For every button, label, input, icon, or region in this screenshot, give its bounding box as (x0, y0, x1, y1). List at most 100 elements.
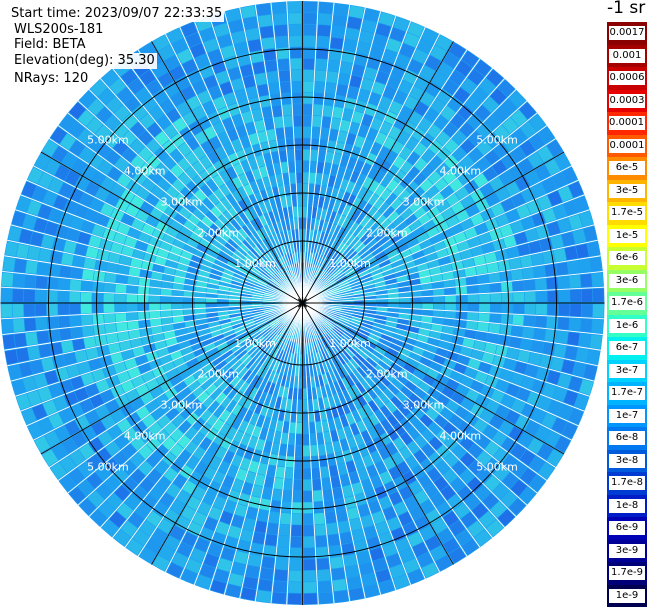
ray-gate (421, 289, 433, 297)
ray-gate (456, 303, 468, 311)
ray-gate (256, 590, 271, 603)
ray-gate (313, 104, 323, 116)
ray-gate (444, 311, 456, 319)
ray-gate (388, 303, 399, 308)
ray-gate (524, 291, 536, 303)
start-time-label: Start time: 2023/09/07 22:33:35 (9, 6, 225, 22)
ray-gate (284, 467, 294, 479)
ray-gate (295, 149, 302, 161)
range-ring-label: 2.00km (366, 368, 408, 381)
ray-gate (69, 279, 82, 291)
ray-gate (266, 71, 279, 84)
ray-gate (252, 61, 266, 75)
ray-gate (289, 559, 302, 571)
ray-gate (137, 303, 149, 311)
ray-gate (115, 284, 127, 294)
legend-swatch: 3e-9 (607, 539, 647, 562)
legend-swatch: 6e-5 (607, 157, 647, 180)
ray-gate (303, 126, 312, 138)
ray-gate (315, 535, 328, 548)
legend-swatch: 1.7e-5 (607, 202, 647, 225)
ray-gate (2, 257, 16, 272)
ray-gate (289, 24, 302, 36)
legend-label: 1e-5 (609, 228, 645, 243)
ray-gate (293, 126, 302, 138)
ray-gate (433, 310, 445, 318)
ray-gate (288, 433, 296, 445)
ray-gate (531, 253, 544, 266)
ray-gate (325, 82, 337, 95)
ray-gate (501, 303, 513, 314)
nrays-label: NRays: 120 (12, 71, 91, 87)
range-ring-label: 5.00km (87, 134, 129, 147)
legend-swatch: 0.00017 (607, 112, 647, 135)
range-ring-label: 1.00km (329, 337, 371, 350)
ray-gate (567, 260, 580, 274)
legend-label: 0.0017 (609, 26, 645, 40)
ray-gate (12, 304, 24, 318)
ray-gate (535, 303, 547, 315)
ray-gate (303, 525, 314, 537)
ray-gate (592, 304, 604, 318)
ray-gate (12, 318, 25, 333)
ray-gate (24, 274, 37, 288)
ray-gate (292, 490, 302, 502)
ray-gate (149, 303, 161, 311)
ray-gate (302, 422, 309, 434)
ray-gate (315, 70, 326, 82)
legend-label: 6e-5 (609, 161, 645, 175)
ray-gate (294, 138, 302, 150)
ray-gate (93, 324, 106, 336)
ray-gate (70, 327, 83, 339)
legend-swatch: 1e-8 (607, 494, 647, 517)
legend-label: 6e-6 (609, 251, 645, 265)
ray-gate (322, 105, 333, 118)
ray-gate (313, 490, 323, 502)
legend-label: 3e-8 (609, 453, 645, 468)
ray-gate (455, 311, 468, 320)
ray-gate (270, 500, 281, 513)
ray-gate (59, 328, 72, 341)
legend-label: 0.0001 (609, 138, 645, 153)
ray-gate (194, 303, 206, 309)
ray-gate (557, 317, 570, 330)
ray-gate (303, 513, 314, 525)
legend-label: 1.7e-9 (609, 566, 645, 580)
ray-gate (69, 303, 81, 315)
ray-gate (558, 304, 570, 316)
ray-gate (318, 13, 332, 26)
ray-gate (553, 248, 567, 262)
ray-gate (581, 288, 593, 302)
ray-gate (247, 39, 262, 52)
ray-gate (275, 558, 289, 570)
legend-swatch: 6e-7 (607, 337, 647, 360)
ray-gate (303, 490, 313, 502)
ray-gate (318, 2, 333, 14)
ray-gate (126, 312, 138, 321)
legend-swatch: 3e-8 (607, 449, 647, 472)
radar-ppi-plot[interactable]: 1.00km 1.00km 1.00km 1.00km 2.00km 2.00km 2.00… (0, 0, 605, 607)
legend-swatch: 1e-7 (607, 404, 647, 427)
ray-gate (92, 314, 104, 325)
legend-label: 1.7e-5 (609, 206, 645, 220)
ray-gate (331, 26, 345, 39)
ray-gate (303, 559, 316, 571)
ray-gate (92, 281, 104, 292)
ray-gate (291, 525, 302, 537)
legend-label: 1e-9 (609, 588, 645, 603)
ray-gate (467, 285, 479, 294)
ray-gate (318, 580, 332, 593)
ray-gate (279, 70, 290, 82)
color-scale-legend: 0.0017 0.001 0.0006 0.0003 0.00017 0.0001 6e-5… (607, 22, 647, 607)
ray-gate (303, 138, 311, 150)
ray-gate (422, 303, 434, 310)
legend-label: 3e-5 (609, 183, 645, 198)
ray-gate (287, 444, 295, 457)
range-ring-label: 4.00km (440, 429, 482, 442)
ray-gate (280, 512, 291, 525)
ray-gate (501, 314, 513, 325)
ray-gate (280, 81, 291, 94)
ray-gate (82, 269, 95, 281)
ray-gate (116, 274, 128, 284)
ray-gate (1, 272, 14, 287)
